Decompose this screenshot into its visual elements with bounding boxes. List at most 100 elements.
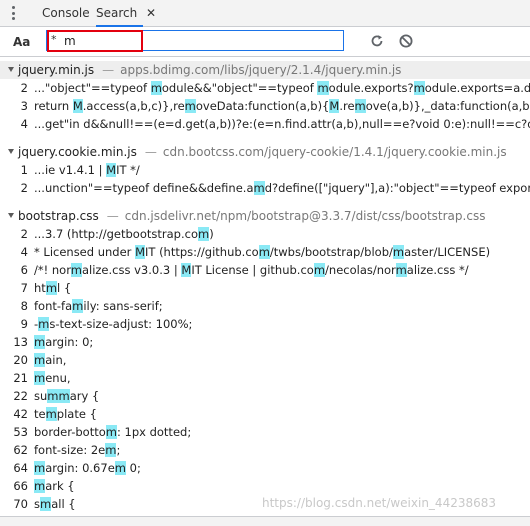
tab-bar: Console Search ✕ xyxy=(0,0,530,27)
match-text: main, xyxy=(34,353,67,367)
line-number: 22 xyxy=(13,389,28,403)
line-number: 3 xyxy=(20,99,28,113)
line-number: 7 xyxy=(20,281,28,295)
result-file-url: cdn.jsdelivr.net/npm/bootstrap@3.3.7/dis… xyxy=(124,209,486,223)
match-text: ...3.7 (http://getbootstrap.com) xyxy=(34,227,214,241)
match-text: ...get"in d&&null!==(e=d.get(a,b))?e:(e=… xyxy=(34,117,530,131)
match-highlight: m xyxy=(197,227,210,241)
expand-caret-icon[interactable] xyxy=(8,213,14,218)
result-match-row[interactable]: 9 -ms-text-size-adjust: 100%; xyxy=(0,315,530,333)
search-input[interactable] xyxy=(64,32,334,49)
match-text: template { xyxy=(34,407,97,421)
line-number: 8 xyxy=(20,299,28,313)
match-highlight: m xyxy=(114,461,126,475)
line-number: 64 xyxy=(13,461,28,475)
match-highlight: m xyxy=(47,389,59,403)
match-highlight: m xyxy=(34,461,46,475)
separator: — xyxy=(102,63,115,77)
match-text: margin: 0.67em 0; xyxy=(34,461,141,475)
match-highlight: m xyxy=(45,281,58,295)
search-field[interactable]: * xyxy=(46,30,344,51)
result-match-row[interactable]: 4 ...get"in d&&null!==(e=d.get(a,b))?e:(e… xyxy=(0,115,530,133)
result-file-header[interactable]: bootstrap.css — cdn.jsdelivr.net/npm/boots… xyxy=(0,207,530,225)
match-text: html { xyxy=(34,281,72,295)
refresh-icon[interactable] xyxy=(369,33,385,49)
match-highlight: m xyxy=(413,81,425,95)
result-match-row[interactable]: 13 margin: 0; xyxy=(0,333,530,351)
result-file-name: bootstrap.css xyxy=(18,209,99,223)
match-text: small { xyxy=(34,497,76,511)
match-highlight: m xyxy=(40,497,52,511)
match-highlight: m xyxy=(38,317,50,331)
line-number: 66 xyxy=(13,479,28,493)
match-highlight: m xyxy=(34,371,46,385)
result-match-row[interactable]: 62 font-size: 2em; xyxy=(0,441,530,459)
more-options-icon[interactable] xyxy=(6,4,20,22)
result-match-row[interactable]: 6 /*! normalize.css v3.0.3 | MIT License … xyxy=(0,261,530,279)
result-match-row[interactable]: 2 ..."object"==typeof module&&"object"==t… xyxy=(0,79,530,97)
result-match-row[interactable]: 42 template { xyxy=(0,405,530,423)
line-number: 20 xyxy=(13,353,28,367)
line-number: 1 xyxy=(20,163,28,177)
match-text: ...unction"==typeof define&&define.amd?d… xyxy=(34,181,530,195)
result-file-name: jquery.cookie.min.js xyxy=(18,145,137,159)
result-match-row[interactable]: 2 ...unction"==typeof define&&define.amd?… xyxy=(0,179,530,197)
search-toolbar: Aa * xyxy=(0,27,530,57)
match-highlight: m xyxy=(354,99,366,113)
match-highlight: m xyxy=(150,81,162,95)
result-match-row[interactable]: 4 * Licensed under MIT (https://github.co… xyxy=(0,243,530,261)
line-number: 2 xyxy=(20,227,28,241)
expand-caret-icon[interactable] xyxy=(8,67,14,72)
expand-caret-icon[interactable] xyxy=(8,149,14,154)
match-text: ...ie v1.4.1 | MIT */ xyxy=(34,163,140,177)
match-text: * Licensed under MIT (https://github.com… xyxy=(34,245,491,259)
match-highlight: m xyxy=(58,389,70,403)
line-number: 62 xyxy=(13,443,28,457)
separator: — xyxy=(106,209,119,223)
match-text: return M.access(a,b,c)},removeData:funct… xyxy=(34,99,530,113)
match-case-button[interactable]: Aa xyxy=(13,35,30,49)
match-highlight: m xyxy=(313,263,326,277)
result-match-row[interactable]: 66 mark { xyxy=(0,477,530,495)
result-match-row[interactable]: 64 margin: 0.67em 0; xyxy=(0,459,530,477)
match-highlight: m xyxy=(258,245,270,259)
match-text: font-size: 2em; xyxy=(34,443,121,457)
close-tab-icon[interactable]: ✕ xyxy=(146,0,156,27)
match-text: margin: 0; xyxy=(34,335,94,349)
match-highlight: m xyxy=(317,81,329,95)
result-match-row[interactable]: 1 ...ie v1.4.1 | MIT */ xyxy=(0,161,530,179)
match-text: /*! normalize.css v3.0.3 | MIT License |… xyxy=(34,263,469,277)
line-number: 9 xyxy=(20,317,28,331)
result-file-url: apps.bdimg.com/libs/jquery/2.1.4/jquery.… xyxy=(120,63,402,77)
clear-icon[interactable] xyxy=(398,33,414,49)
search-prefix: * xyxy=(51,33,57,46)
status-bar xyxy=(0,516,530,526)
match-highlight: M xyxy=(106,163,117,177)
match-highlight: m xyxy=(72,299,84,313)
result-match-row[interactable]: 2 ...3.7 (http://getbootstrap.com) xyxy=(0,225,530,243)
result-match-row[interactable]: 7 html { xyxy=(0,279,530,297)
line-number: 53 xyxy=(13,425,28,439)
result-match-row[interactable]: 21 menu, xyxy=(0,369,530,387)
line-number: 2 xyxy=(20,181,28,195)
result-match-row[interactable]: 53 border-bottom: 1px dotted; xyxy=(0,423,530,441)
match-text: ..."object"==typeof module&&"object"==ty… xyxy=(34,81,530,95)
result-match-row[interactable]: 8 font-family: sans-serif; xyxy=(0,297,530,315)
result-match-row[interactable]: 3 return M.access(a,b,c)},removeData:func… xyxy=(0,97,530,115)
match-highlight: m xyxy=(395,263,407,277)
result-file-header[interactable]: jquery.min.js — apps.bdimg.com/libs/jquery… xyxy=(0,61,530,79)
line-number: 4 xyxy=(20,117,28,131)
match-text: menu, xyxy=(34,371,71,385)
result-file-header[interactable]: jquery.cookie.min.js — cdn.bootcss.com/jqu… xyxy=(0,143,530,161)
match-text: border-bottom: 1px dotted; xyxy=(34,425,192,439)
line-number: 6 xyxy=(20,263,28,277)
tab-console[interactable]: Console xyxy=(42,0,90,27)
result-file-url: cdn.bootcss.com/jquery-cookie/1.4.1/jque… xyxy=(162,145,507,159)
result-match-row[interactable]: 22 summary { xyxy=(0,387,530,405)
tab-search[interactable]: Search xyxy=(96,0,144,27)
search-results: jquery.min.js — apps.bdimg.com/libs/jquery… xyxy=(0,61,530,516)
result-match-row[interactable]: 20 main, xyxy=(0,351,530,369)
match-highlight: m xyxy=(392,245,405,259)
